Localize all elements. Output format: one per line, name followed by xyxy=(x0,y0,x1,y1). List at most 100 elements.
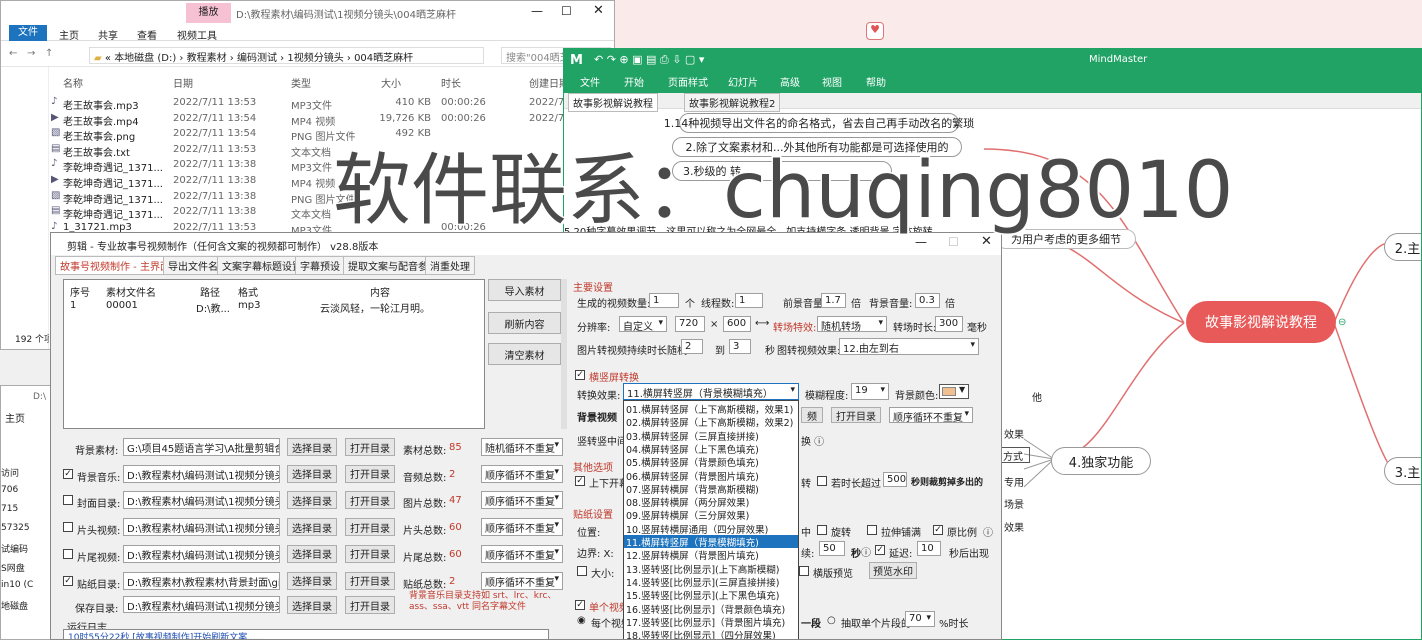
blur-select[interactable]: 19 xyxy=(851,383,889,400)
percent-select[interactable]: 70 xyxy=(905,611,935,627)
column-header[interactable]: 日期 xyxy=(173,75,193,90)
info-icon[interactable]: ⓘ xyxy=(861,544,871,559)
menu-item[interactable]: 开始 xyxy=(624,74,644,89)
mindmap-node[interactable]: 他 xyxy=(1032,389,1042,404)
menu-item[interactable]: 幻灯片 xyxy=(728,74,758,89)
ribbon-tab-file[interactable]: 文件 xyxy=(9,25,47,41)
app-tab[interactable]: 故事号视频制作 - 主界面 xyxy=(55,256,175,275)
app-tab[interactable]: 文案字幕标题设置 xyxy=(217,256,307,275)
fg-volume-input[interactable]: 1.7 xyxy=(821,293,846,308)
up-arrow-icon[interactable]: ↑ xyxy=(45,48,53,59)
breadcrumb-item[interactable]: 本地磁盘 (D:) xyxy=(114,53,176,64)
choose-dir-button[interactable]: 选择目录 xyxy=(287,464,337,483)
collapse-icon[interactable]: ⊖ xyxy=(1338,317,1346,328)
dropdown-option[interactable]: 03.横屏转竖屏（三屏直接拼接) xyxy=(624,429,798,442)
loop-mode-select[interactable]: 顺序循环不重复 xyxy=(481,491,563,510)
dropdown-option[interactable]: 06.横屏转竖屏（背景图片填充) xyxy=(624,469,798,482)
choose-dir-button[interactable]: 选择目录 xyxy=(287,544,337,563)
img-fx-select[interactable]: 12.由左到右 xyxy=(839,338,979,355)
dropdown-option[interactable]: 18.竖转竖[比例显示]（四分屏效果) xyxy=(624,628,798,639)
img-min-input[interactable]: 2 xyxy=(681,339,703,354)
dir-checkbox[interactable]: ✓ xyxy=(63,575,73,586)
open-dir-button[interactable]: 打开目录 xyxy=(345,464,395,483)
mindmap-node[interactable]: 3.主要 xyxy=(1384,457,1421,485)
app-tab[interactable]: 字幕预设 xyxy=(295,256,345,275)
material-list[interactable]: 序号 素材文件名 路径 格式 内容 1 00001 D:\教... mp3 云淡… xyxy=(63,279,485,429)
dir-path-input[interactable]: D:\教程素材\编码测试\1视频分镜头\00 xyxy=(123,491,280,510)
ribbon-tab-share[interactable]: 共享 xyxy=(98,27,118,42)
width-input[interactable]: 720 xyxy=(675,316,705,332)
thread-input[interactable]: 1 xyxy=(735,293,763,308)
dropdown-option[interactable]: 10.竖屏转横屏通用（四分屏效果) xyxy=(624,522,798,535)
mindmap-node[interactable]: 场景 xyxy=(1004,496,1024,511)
loop-mode-select[interactable]: 顺序循环不重复 xyxy=(889,407,973,423)
menu-item[interactable]: 帮助 xyxy=(866,74,886,89)
open-dir-button[interactable]: 打开目录 xyxy=(345,596,395,614)
import-material-button[interactable]: 导入素材 xyxy=(488,279,561,301)
dropdown-option[interactable]: 07.竖屏转横屏（背景高斯模糊) xyxy=(624,482,798,495)
radio-icon[interactable]: ◉ xyxy=(577,615,586,626)
open-dir-button[interactable]: 打开目录 xyxy=(345,438,395,456)
close-icon[interactable]: ✕ xyxy=(981,234,992,249)
ribbon-tab-video-tools[interactable]: 视频工具 xyxy=(177,27,217,42)
top-open-checkbox[interactable]: ✓ xyxy=(575,476,585,486)
open-dir-button[interactable]: 打开目录 xyxy=(831,407,881,423)
column-header[interactable]: 类型 xyxy=(291,75,311,90)
maximize-icon[interactable]: ☐ xyxy=(948,235,959,249)
ratio-checkbox[interactable]: ✓ xyxy=(933,525,943,535)
minimize-icon[interactable]: — xyxy=(915,235,927,249)
mindmap-node[interactable]: 方式 xyxy=(1000,447,1030,463)
transition-select[interactable]: 随机转场 xyxy=(817,316,887,332)
radio-icon[interactable]: ○ xyxy=(827,615,836,626)
maximize-icon[interactable]: ☐ xyxy=(561,4,572,18)
dir-path-input[interactable]: D:\教程素材\编码测试\1视频分镜头\00 xyxy=(123,544,280,563)
exceed-input[interactable]: 500 xyxy=(883,472,907,487)
choose-dir-button[interactable]: 选择目录 xyxy=(287,438,337,456)
clear-material-button[interactable]: 清空素材 xyxy=(488,343,561,365)
mindmap-node[interactable]: 效果 xyxy=(1004,426,1024,441)
forward-arrow-icon[interactable]: → xyxy=(27,48,35,59)
nav-item[interactable]: 706 xyxy=(1,485,18,495)
column-header[interactable]: 时长 xyxy=(441,75,461,90)
dir-path-input[interactable]: D:\教程素材\教程素材\背景封面\gif xyxy=(123,571,280,590)
nav-item[interactable]: 试编码 xyxy=(1,542,28,555)
bg-video-button[interactable]: 频 xyxy=(801,407,823,423)
rotate-checkbox[interactable] xyxy=(817,525,827,535)
nav-item[interactable]: 地磁盘 xyxy=(1,599,28,612)
resolution-select[interactable]: 自定义 xyxy=(619,316,667,332)
dir-path-input[interactable]: D:\教程素材\编码测试\1视频分镜头\00 xyxy=(123,518,280,537)
dropdown-option[interactable]: 15.竖转竖[比例显示](上下黑色填充) xyxy=(624,588,798,601)
bg-volume-input[interactable]: 0.3 xyxy=(915,293,940,308)
open-dir-button[interactable]: 打开目录 xyxy=(345,518,395,537)
table-row[interactable]: ♪ 老王故事会.mp3 2022/7/11 13:53 MP3文件 410 KB 00:0… xyxy=(49,95,614,112)
exceed-checkbox[interactable] xyxy=(817,476,827,486)
menu-item[interactable]: 文件 xyxy=(580,74,600,89)
breadcrumb-item[interactable]: 004晒芝麻杆 xyxy=(354,53,413,64)
swap-icon[interactable]: ⟷ xyxy=(755,318,769,329)
stretch-checkbox[interactable] xyxy=(867,525,877,535)
info-icon[interactable]: ⓘ xyxy=(983,524,993,539)
breadcrumb-item[interactable]: 1视频分镜头 xyxy=(287,53,343,64)
loop-mode-select[interactable]: 随机循环不重复 xyxy=(481,438,563,456)
menu-item[interactable]: 视图 xyxy=(822,74,842,89)
dropdown-option[interactable]: 09.竖屏转横屏（三分屏效果) xyxy=(624,508,798,521)
dropdown-option[interactable]: 04.横屏转竖屏（上下黑色填充) xyxy=(624,442,798,455)
nav-item[interactable]: 访问 xyxy=(1,466,19,479)
app-tab[interactable]: 导出文件名 xyxy=(163,256,223,275)
delay-checkbox[interactable]: ✓ xyxy=(875,545,885,555)
loop-mode-select[interactable]: 顺序循环不重复 xyxy=(481,571,563,590)
delay-input[interactable]: 10 xyxy=(917,541,941,556)
close-icon[interactable]: ✕ xyxy=(593,3,604,18)
table-row[interactable]: ▶ 老王故事会.mp4 2022/7/11 13:54 MP4 视频 19,726 KB… xyxy=(49,111,614,128)
duration-input[interactable]: 50 xyxy=(819,541,845,556)
bg-color-picker[interactable]: ▼ xyxy=(939,384,969,399)
dir-checkbox[interactable] xyxy=(63,522,73,533)
mindmap-node[interactable]: 效果 xyxy=(1004,519,1024,534)
dropdown-option[interactable]: 05.横屏转竖屏（背景颜色填充) xyxy=(624,455,798,468)
dropdown-option[interactable]: 17.竖转竖[比例显示]（背景图片填充) xyxy=(624,615,798,628)
convert-dropdown[interactable]: 01.横屏转竖屏（上下高斯模糊，效果1) 02.横屏转竖屏（上下高斯模糊，效果2)… xyxy=(623,400,799,639)
ribbon-tab-home[interactable]: 主页 xyxy=(5,410,25,425)
column-header[interactable]: 名称 xyxy=(63,75,83,90)
dropdown-option[interactable]: 11.横屏转竖屏（背景模糊填充) xyxy=(624,535,798,548)
single-video-checkbox[interactable]: ✓ xyxy=(575,600,585,610)
